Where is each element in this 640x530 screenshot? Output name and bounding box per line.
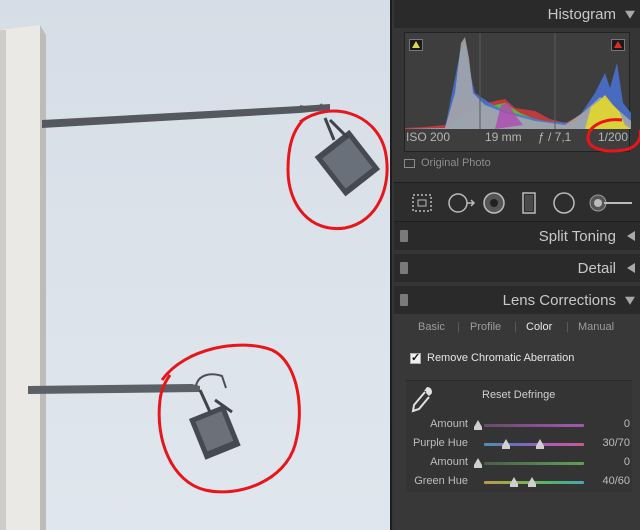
tab-manual[interactable]: Manual	[578, 321, 614, 333]
tab-basic[interactable]: Basic	[418, 321, 445, 333]
crop-overlay-icon[interactable]	[410, 191, 434, 215]
adjustment-brush-icon[interactable]	[588, 191, 634, 215]
defringe-section: Reset Defringe Amount 0 Purple Hue 30/70…	[406, 380, 632, 492]
remove-ca-label: Remove Chromatic Aberration	[427, 352, 575, 364]
green-hue-slider[interactable]: Green Hue 40/60	[406, 474, 632, 490]
slider-thumb[interactable]	[474, 458, 482, 468]
split-toning-header[interactable]: Split Toning	[394, 222, 640, 250]
tool-strip	[394, 182, 640, 222]
split-toning-title: Split Toning	[538, 227, 616, 245]
clipping-highlight-icon[interactable]	[611, 39, 625, 51]
slider-label: Amount	[430, 418, 468, 430]
panel-switch-icon[interactable]	[400, 294, 408, 306]
slider-label: Purple Hue	[412, 437, 468, 449]
spot-removal-icon[interactable]	[446, 191, 476, 215]
photo-image	[0, 25, 389, 530]
slider-value[interactable]: 40/60	[602, 475, 630, 487]
detail-title: Detail	[577, 259, 616, 277]
slider-value[interactable]: 30/70	[602, 437, 630, 449]
iso-value: ISO 200	[406, 130, 451, 144]
slider-track[interactable]	[484, 462, 584, 465]
collapse-histogram-icon[interactable]	[625, 10, 635, 19]
checkbox-icon[interactable]	[410, 351, 421, 364]
clipping-shadow-icon[interactable]	[409, 39, 423, 51]
detail-header[interactable]: Detail	[394, 254, 640, 282]
lens-tabs: Basic | Profile | Color | Manual	[418, 321, 615, 333]
slider-thumb-high[interactable]	[536, 439, 544, 449]
reset-defringe-button[interactable]: Reset Defringe	[482, 389, 555, 401]
slider-thumb-low[interactable]	[502, 439, 510, 449]
purple-hue-slider[interactable]: Purple Hue 30/70	[406, 436, 632, 452]
expand-detail-icon[interactable]	[627, 263, 635, 273]
slider-track[interactable]	[484, 424, 584, 427]
slider-label: Green Hue	[414, 475, 468, 487]
aperture-value: ƒ / 7,1	[538, 130, 572, 144]
tab-profile[interactable]: Profile	[470, 321, 501, 333]
purple-amount-slider[interactable]: Amount 0	[406, 417, 632, 433]
histogram-header[interactable]: Histogram	[394, 0, 640, 28]
slider-label: Amount	[430, 456, 468, 468]
lens-corrections-panel: Basic | Profile | Color | Manual Remove …	[394, 314, 640, 530]
photo-canvas	[0, 0, 390, 530]
red-eye-icon[interactable]	[482, 191, 506, 215]
eyedropper-icon[interactable]	[410, 385, 434, 415]
slider-value[interactable]: 0	[624, 418, 630, 430]
expand-split-toning-icon[interactable]	[627, 231, 635, 241]
slider-track[interactable]	[484, 443, 584, 446]
panel-switch-icon[interactable]	[400, 262, 408, 274]
panel-switch-icon[interactable]	[400, 230, 408, 242]
collapse-lens-corrections-icon[interactable]	[625, 296, 635, 305]
histogram-title: Histogram	[547, 5, 616, 23]
slider-value[interactable]: 0	[624, 456, 630, 468]
tab-color[interactable]: Color	[526, 321, 552, 333]
slider-thumb-low[interactable]	[510, 477, 518, 487]
graduated-filter-icon[interactable]	[520, 191, 540, 215]
develop-right-panel: Histogram ISO 200 19 mm ƒ / 7,1 1/200 Or…	[390, 0, 640, 530]
lens-corrections-header[interactable]: Lens Corrections	[394, 286, 640, 314]
lens-corrections-title: Lens Corrections	[502, 291, 616, 309]
original-photo-toggle[interactable]: Original Photo	[404, 157, 491, 169]
radial-filter-icon[interactable]	[552, 191, 576, 215]
slider-thumb-high[interactable]	[528, 477, 536, 487]
green-amount-slider[interactable]: Amount 0	[406, 455, 632, 471]
original-photo-label: Original Photo	[421, 157, 491, 169]
original-photo-checkbox-icon[interactable]	[404, 158, 415, 168]
shutter-annotation-circle	[586, 118, 640, 153]
focal-length-value: 19 mm	[485, 130, 522, 144]
remove-ca-option[interactable]: Remove Chromatic Aberration	[410, 351, 575, 364]
slider-thumb[interactable]	[474, 420, 482, 430]
